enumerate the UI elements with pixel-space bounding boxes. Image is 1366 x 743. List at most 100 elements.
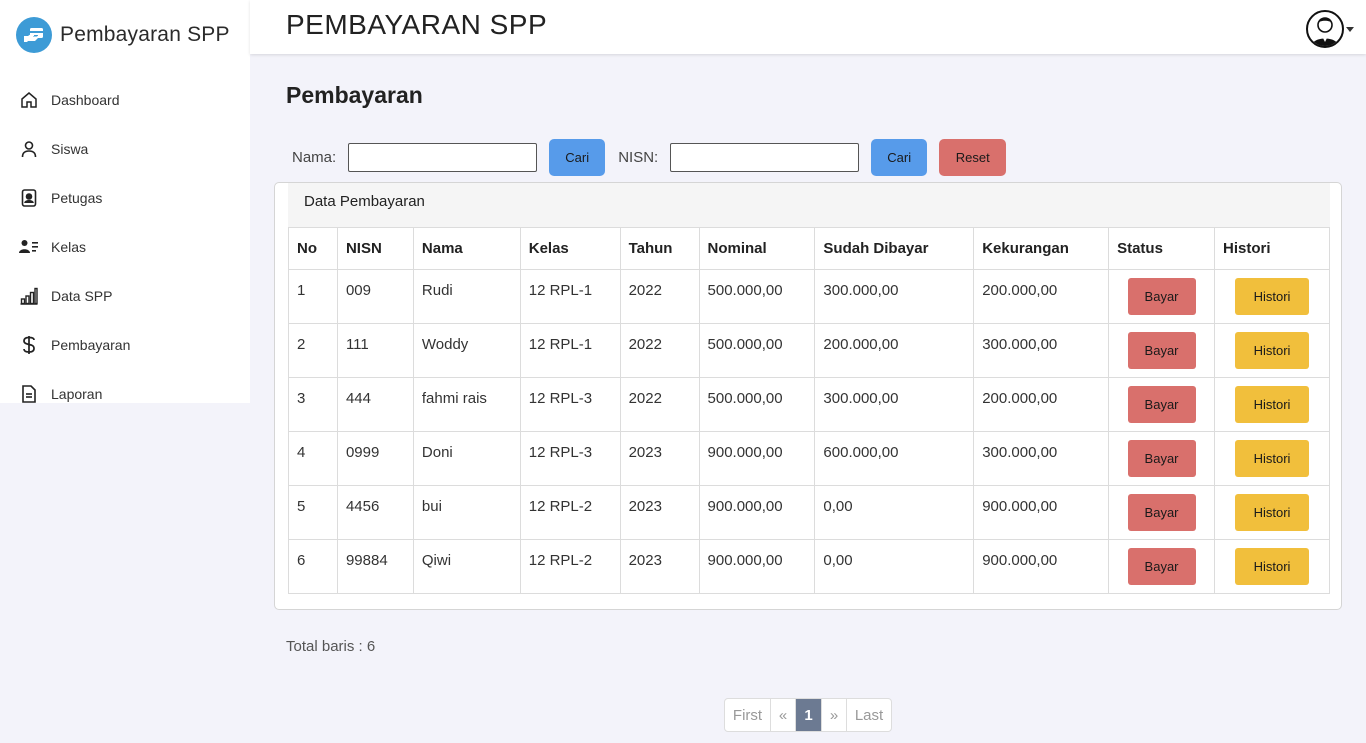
sidebar-item-kelas[interactable]: Kelas [0,222,250,271]
sidebar-item-data-spp[interactable]: Data SPP [0,271,250,320]
cell-kelas: 12 RPL-3 [519,377,621,432]
bayar-button[interactable]: Bayar [1127,386,1196,423]
table-header-row: No NISN Nama Kelas Tahun Nominal Sudah D… [288,227,1330,270]
cell-status: Bayar [1108,377,1215,432]
cell-nominal: 500.000,00 [698,323,816,378]
table-row: 5 4456 bui 12 RPL-2 2023 900.000,00 0,00… [288,485,1330,540]
page-next[interactable]: » [822,699,847,731]
bayar-button[interactable]: Bayar [1127,278,1196,315]
column-header: Histori [1214,227,1330,270]
sidebar-item-label: Kelas [51,238,87,255]
search-bar: Nama: Cari NISN: Cari Reset [292,139,1007,176]
cell-sudah-dibayar: 200.000,00 [814,323,975,378]
cell-kekurangan: 300.000,00 [973,323,1110,378]
cell-nisn: 99884 [336,539,414,594]
sidebar-item-dashboard[interactable]: Dashboard [0,75,250,124]
cell-tahun: 2023 [619,485,700,540]
badge-icon [19,188,39,208]
sidebar-item-pembayaran[interactable]: Pembayaran [0,320,250,369]
cari-nama-button[interactable]: Cari [549,139,606,176]
sidebar-item-label: Laporan [51,385,103,402]
cell-no: 2 [288,323,338,378]
histori-button[interactable]: Histori [1235,278,1309,315]
pagination: First « 1 » Last [724,698,892,732]
page-last[interactable]: Last [847,699,891,731]
sidebar-nav: Dashboard Siswa Petugas Kelas Data SPP P… [0,75,250,403]
page-prev[interactable]: « [771,699,796,731]
person-icon [19,139,39,159]
cell-kelas: 12 RPL-2 [519,485,621,540]
cell-kelas: 12 RPL-1 [519,269,621,324]
cell-tahun: 2023 [619,539,700,594]
page-current[interactable]: 1 [796,699,822,731]
sidebar-item-label: Data SPP [51,287,113,304]
cell-no: 1 [288,269,338,324]
nama-search-input[interactable] [348,143,538,172]
column-header: Tahun [619,227,700,270]
section-title: Pembayaran [286,82,423,108]
cell-sudah-dibayar: 600.000,00 [814,431,975,486]
cell-nama: Rudi [412,269,521,324]
payment-logo-icon [16,17,52,53]
sidebar-item-petugas[interactable]: Petugas [0,173,250,222]
cell-sudah-dibayar: 300.000,00 [814,377,975,432]
total-rows-text: Total baris : 6 [286,638,376,655]
cell-sudah-dibayar: 0,00 [814,485,975,540]
cell-histori: Histori [1214,269,1330,324]
sidebar-item-laporan[interactable]: Laporan [0,369,250,403]
cell-kekurangan: 300.000,00 [973,431,1110,486]
cell-histori: Histori [1214,485,1330,540]
cell-sudah-dibayar: 0,00 [814,539,975,594]
cell-no: 4 [288,431,338,486]
page-first[interactable]: First [725,699,771,731]
brand-title: Pembayaran SPP [60,23,230,46]
document-icon [19,384,39,404]
bayar-button[interactable]: Bayar [1127,440,1196,477]
cell-nisn: 4456 [336,485,414,540]
column-header: NISN [336,227,414,270]
cell-no: 6 [288,539,338,594]
sidebar-item-label: Siswa [51,140,89,157]
cell-kelas: 12 RPL-2 [519,539,621,594]
cell-nominal: 900.000,00 [698,431,816,486]
cell-kekurangan: 200.000,00 [973,377,1110,432]
cell-tahun: 2022 [619,269,700,324]
cell-kekurangan: 900.000,00 [973,485,1110,540]
cell-status: Bayar [1108,485,1215,540]
cell-nominal: 900.000,00 [698,485,816,540]
cell-nama: Woddy [412,323,521,378]
column-header: Status [1108,227,1215,270]
brand[interactable]: Pembayaran SPP [0,0,250,70]
person-lines-icon [19,237,39,257]
home-icon [19,90,39,110]
reset-button[interactable]: Reset [939,139,1007,176]
bayar-button[interactable]: Bayar [1127,548,1196,585]
bayar-button[interactable]: Bayar [1127,494,1196,531]
column-header: Nama [412,227,521,270]
column-header: Kelas [519,227,621,270]
cell-no: 3 [288,377,338,432]
histori-button[interactable]: Histori [1235,440,1309,477]
bayar-button[interactable]: Bayar [1127,332,1196,369]
cell-no: 5 [288,485,338,540]
sidebar-item-label: Dashboard [51,91,120,108]
user-menu[interactable] [1306,10,1354,48]
cell-tahun: 2022 [619,377,700,432]
histori-button[interactable]: Histori [1235,332,1309,369]
cell-nominal: 500.000,00 [698,269,816,324]
cell-nama: bui [412,485,521,540]
table-row: 3 444 fahmi rais 12 RPL-3 2022 500.000,0… [288,377,1330,432]
cell-nama: Qiwi [412,539,521,594]
sidebar-item-siswa[interactable]: Siswa [0,124,250,173]
table-row: 1 009 Rudi 12 RPL-1 2022 500.000,00 300.… [288,269,1330,324]
cari-nisn-button[interactable]: Cari [871,139,928,176]
histori-button[interactable]: Histori [1235,494,1309,531]
histori-button[interactable]: Histori [1235,386,1309,423]
chevron-down-icon [1346,26,1354,32]
cell-histori: Histori [1214,377,1330,432]
column-header: Sudah Dibayar [814,227,975,270]
cell-nominal: 500.000,00 [698,377,816,432]
histori-button[interactable]: Histori [1235,548,1309,585]
cell-nominal: 900.000,00 [698,539,816,594]
nisn-search-input[interactable] [670,143,860,172]
